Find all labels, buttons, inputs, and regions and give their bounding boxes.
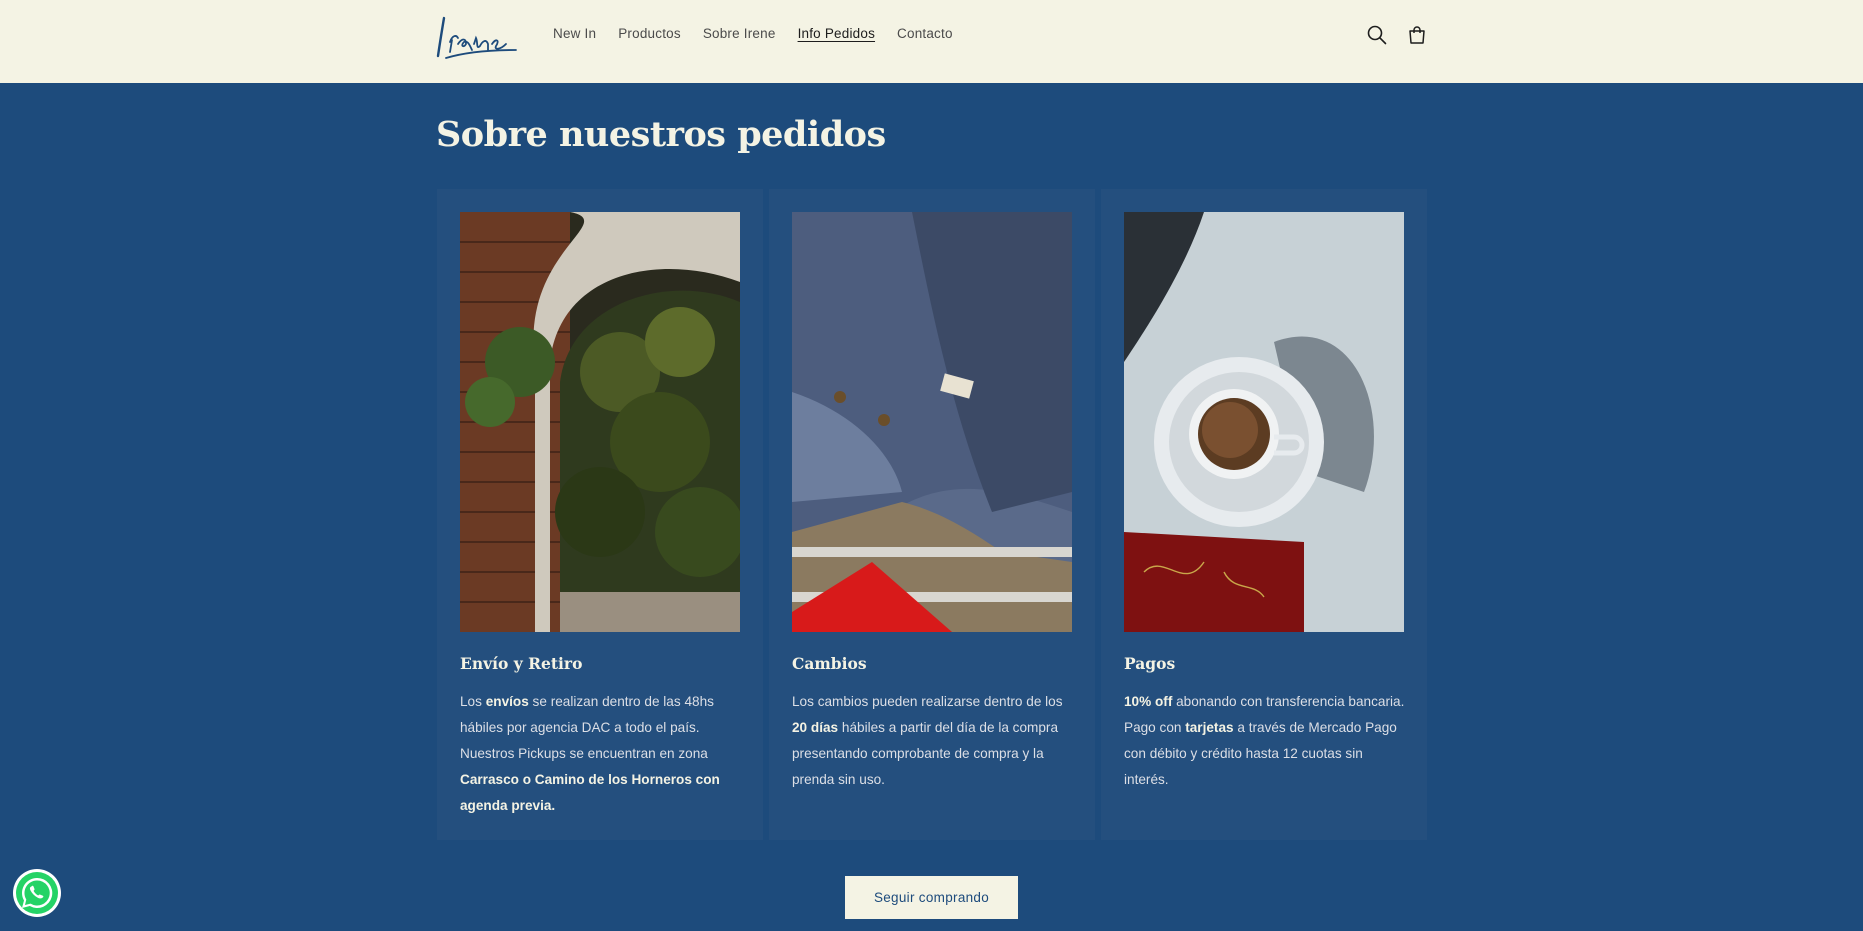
nav-contacto[interactable]: Contacto (897, 26, 953, 41)
site-header: New In Productos Sobre Irene Info Pedido… (0, 0, 1863, 83)
nav-new-in[interactable]: New In (553, 26, 596, 41)
card-title: Envío y Retiro (460, 654, 583, 673)
card-image-garden (460, 212, 740, 632)
card-text: Los cambios pueden realizarse dentro de … (792, 694, 1063, 787)
page-title: Sobre nuestros pedidos (436, 114, 886, 155)
continue-shopping-button[interactable]: Seguir comprando (845, 876, 1018, 919)
nav-productos[interactable]: Productos (618, 26, 681, 41)
card-title: Cambios (792, 654, 867, 673)
card-image-coffee (1124, 212, 1404, 632)
nav-info-pedidos[interactable]: Info Pedidos (798, 26, 875, 41)
irene-logo[interactable] (436, 12, 520, 60)
cart-icon[interactable] (1405, 23, 1429, 47)
card-text: Los envíos se realizan dentro de las 48h… (460, 694, 720, 813)
nav-sobre-irene[interactable]: Sobre Irene (703, 26, 776, 41)
card-pagos: Pagos 10% off abonando con transferencia… (1101, 189, 1427, 840)
main-nav: New In Productos Sobre Irene Info Pedido… (553, 26, 953, 41)
card-cambios: Cambios Los cambios pueden realizarse de… (769, 189, 1095, 840)
card-text: 10% off abonando con transferencia banca… (1124, 694, 1405, 787)
card-title: Pagos (1124, 654, 1176, 673)
card-envio-retiro: Envío y Retiro Los envíos se realizan de… (437, 189, 763, 840)
whatsapp-icon[interactable] (12, 868, 62, 918)
card-image-cardigan (792, 212, 1072, 632)
search-icon[interactable] (1365, 23, 1389, 47)
